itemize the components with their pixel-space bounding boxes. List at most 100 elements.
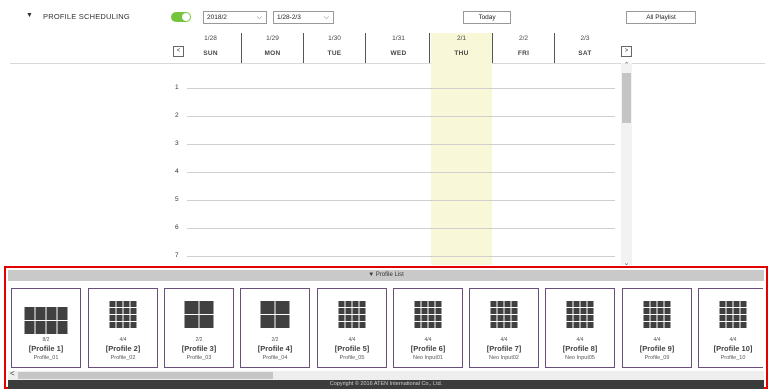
layout-cell (573, 308, 580, 314)
profile-card[interactable]: 4/4 [Profile 7] Neo Input02 (469, 288, 539, 368)
day-column-header[interactable]: 2/3 SAT (554, 33, 616, 63)
layout-cell (504, 322, 511, 328)
layout-cell (57, 307, 68, 320)
day-column-header[interactable]: 1/30 TUE (304, 33, 366, 63)
layout-cell (338, 315, 345, 321)
layout-cell (435, 322, 442, 328)
layout-cell (414, 322, 421, 328)
day-name: WED (390, 50, 407, 57)
profile-card[interactable]: 4/4 [Profile 5] Profile_05 (317, 288, 387, 368)
profile-card[interactable]: 4/4 [Profile 9] Profile_09 (622, 288, 692, 368)
profile-ratio: 2/2 (195, 337, 203, 343)
day-name: FRI (517, 50, 530, 57)
profile-card[interactable]: 4/4 [Profile 8] Neo Input05 (545, 288, 615, 368)
layout-cell (352, 315, 359, 321)
layout-grid-icon (338, 301, 366, 328)
slot-line (187, 88, 615, 89)
schedule-slot[interactable]: 2 (175, 112, 615, 119)
week-select[interactable]: 1/28-2/3 ⌵ (273, 11, 334, 24)
layout-cell (116, 308, 123, 314)
layout-cell (587, 301, 594, 307)
profile-ratio: 4/4 (500, 337, 508, 343)
layout-cell (587, 315, 594, 321)
day-date: 2/1 (456, 35, 467, 42)
month-select[interactable]: 2018/2 ⌵ (203, 11, 267, 24)
schedule-slot[interactable]: 4 (175, 168, 615, 175)
all-playlist-button[interactable]: All Playlist (626, 11, 696, 24)
schedule-grid[interactable]: 1 2 3 4 5 6 7 ⌃ ⌄ (0, 61, 770, 267)
profile-name: [Profile 7] (486, 344, 522, 353)
schedule-slot[interactable]: 3 (175, 140, 615, 147)
scroll-left-icon[interactable]: < (10, 369, 15, 378)
day-name: SAT (578, 50, 592, 57)
layout-cell (359, 301, 366, 307)
profile-card[interactable]: 2/2 [Profile 3] Profile_03 (164, 288, 234, 368)
schedule-toggle[interactable] (171, 12, 191, 22)
profile-name: [Profile 5] (334, 344, 370, 353)
day-column-header-today[interactable]: 2/1 THU (431, 33, 493, 63)
layout-grid-icon (719, 301, 747, 328)
layout-cell (511, 301, 518, 307)
layout-cell (116, 301, 123, 307)
profile-name: [Profile 6] (410, 344, 446, 353)
layout-cell (580, 301, 587, 307)
vertical-scrollbar[interactable]: ⌃ ⌄ (621, 61, 632, 267)
layout-cell (338, 308, 345, 314)
profile-name: [Profile 3] (181, 344, 217, 353)
day-column-header[interactable]: 2/2 FRI (493, 33, 555, 63)
scrollbar-thumb[interactable] (622, 73, 631, 123)
profile-card[interactable]: 4/4 [Profile 6] Neo Input01 (393, 288, 463, 368)
next-week-button[interactable]: > (621, 46, 632, 57)
today-button[interactable]: Today (463, 11, 511, 24)
layout-cell (504, 308, 511, 314)
schedule-slot[interactable]: 6 (175, 224, 615, 231)
schedule-slot[interactable]: 7 (175, 252, 615, 259)
layout-cell (130, 308, 137, 314)
profile-card[interactable]: 4/4 [Profile 10] Profile_10 (698, 288, 763, 368)
week-select-value: 1/28-2/3 (277, 14, 301, 21)
layout-cell (726, 322, 733, 328)
profile-list-header[interactable]: ▼ Profile List (8, 270, 764, 281)
profile-card[interactable]: 4/4 [Profile 2] Profile_02 (88, 288, 158, 368)
slot-number: 2 (175, 112, 179, 119)
layout-cell (57, 321, 68, 334)
layout-cell (719, 315, 726, 321)
layout-cell (199, 315, 214, 328)
schedule-slot[interactable]: 5 (175, 196, 615, 203)
profile-ratio: 8/2 (42, 337, 50, 343)
layout-cell (726, 315, 733, 321)
profile-subtitle: Profile_03 (186, 355, 212, 361)
layout-grid-icon (414, 301, 442, 328)
profile-card[interactable]: 8/2 [Profile 1] Profile_01 (11, 288, 81, 368)
layout-cell (260, 315, 275, 328)
horizontal-scrollbar[interactable]: < (8, 369, 764, 380)
profile-subtitle: Profile_10 (720, 355, 746, 361)
slot-line (187, 256, 615, 257)
layout-cell (719, 308, 726, 314)
layout-cell (580, 322, 587, 328)
prev-week-button[interactable]: < (173, 46, 184, 57)
layout-cell (643, 315, 650, 321)
profile-card[interactable]: 2/2 [Profile 4] Profile_04 (240, 288, 310, 368)
profile-name: [Profile 4] (257, 344, 293, 353)
layout-cell (490, 322, 497, 328)
slot-number: 5 (175, 196, 179, 203)
layout-cell (650, 308, 657, 314)
slot-line (187, 116, 615, 117)
layout-cell (643, 322, 650, 328)
layout-cell (650, 301, 657, 307)
layout-cell (428, 301, 435, 307)
scroll-up-icon[interactable]: ⌃ (621, 61, 632, 69)
layout-cell (338, 301, 345, 307)
layout-cell (490, 308, 497, 314)
day-column-header[interactable]: 1/29 MON (242, 33, 304, 63)
day-column-header[interactable]: 1/31 WED (368, 33, 430, 63)
collapse-arrow-icon[interactable]: ▼ (26, 12, 33, 19)
layout-cell (504, 315, 511, 321)
schedule-slot[interactable]: 1 (175, 84, 615, 91)
layout-cell (260, 301, 275, 314)
day-column-header[interactable]: 1/28 SUN (180, 33, 242, 63)
layout-cell (130, 322, 137, 328)
scrollbar-thumb[interactable] (18, 372, 273, 379)
layout-cell (657, 315, 664, 321)
